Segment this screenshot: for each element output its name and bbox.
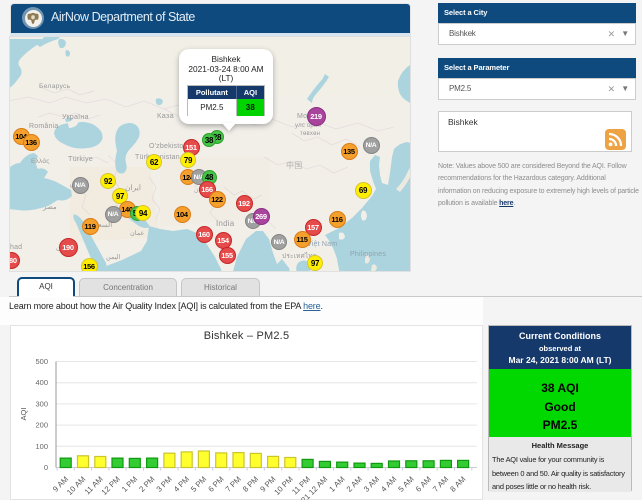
svg-text:10 AM: 10 AM [65, 475, 87, 497]
svg-text:5 PM: 5 PM [189, 475, 208, 494]
svg-text:0: 0 [44, 463, 48, 472]
svg-text:200: 200 [35, 421, 48, 430]
svg-text:2 PM: 2 PM [137, 475, 156, 494]
svg-text:2 AM: 2 AM [345, 475, 364, 494]
svg-text:10 PM: 10 PM [272, 475, 294, 497]
svg-text:3 AM: 3 AM [362, 475, 381, 494]
svg-text:8 AM: 8 AM [448, 475, 467, 494]
svg-text:100: 100 [35, 442, 48, 451]
svg-text:300: 300 [35, 399, 48, 408]
svg-text:5 AM: 5 AM [396, 475, 415, 494]
svg-text:4 AM: 4 AM [379, 475, 398, 494]
svg-text:6 PM: 6 PM [206, 475, 225, 494]
svg-text:400: 400 [35, 378, 48, 387]
svg-text:1 PM: 1 PM [120, 475, 139, 494]
svg-text:500: 500 [35, 357, 48, 366]
svg-text:AQI: AQI [19, 408, 28, 421]
svg-text:7 PM: 7 PM [224, 475, 243, 494]
svg-text:3 PM: 3 PM [155, 475, 174, 494]
svg-text:7 AM: 7 AM [431, 475, 450, 494]
svg-text:8 PM: 8 PM [241, 475, 260, 494]
svg-text:12 PM: 12 PM [100, 475, 122, 497]
svg-text:1 AM: 1 AM [327, 475, 346, 494]
svg-text:4 PM: 4 PM [172, 475, 191, 494]
svg-text:6 AM: 6 AM [414, 475, 433, 494]
